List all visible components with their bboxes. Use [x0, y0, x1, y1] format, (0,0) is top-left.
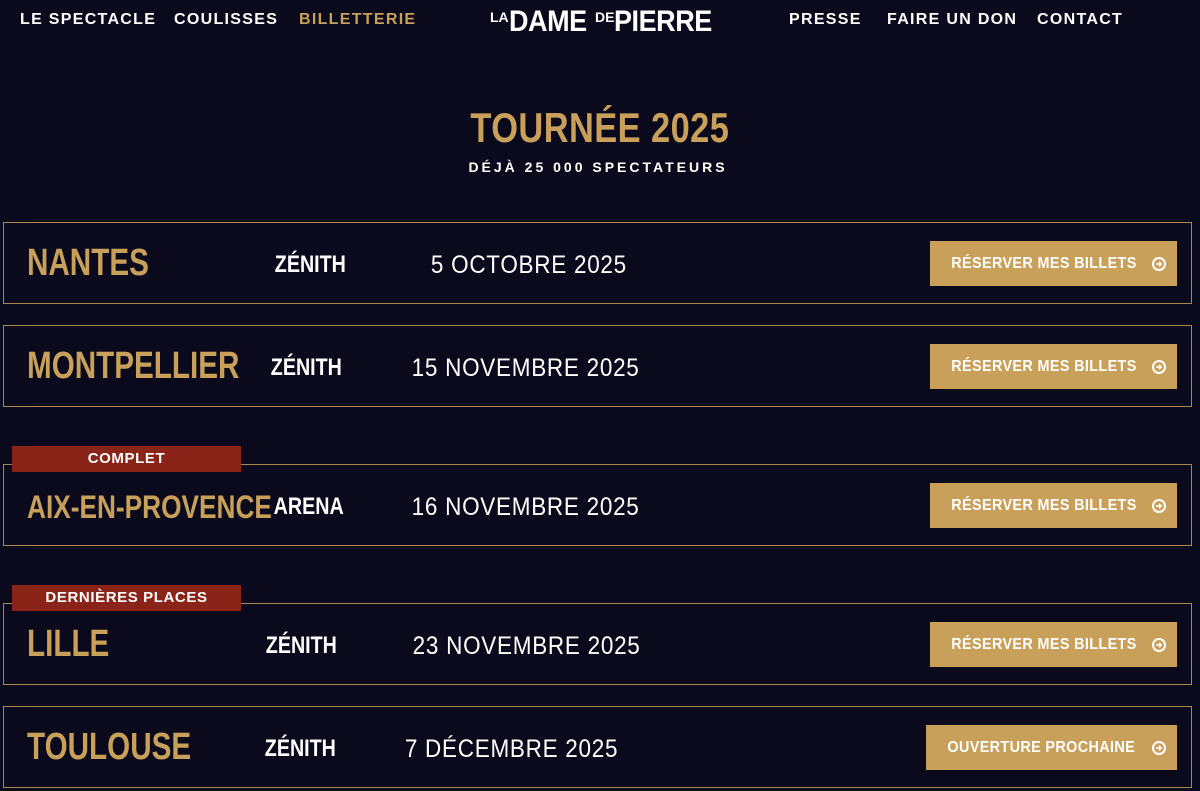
nav-link-presse[interactable]: PRESSE: [789, 11, 862, 29]
event-date-text: 15 NOVEMBRE 2025: [412, 354, 640, 382]
event-venue: ZÉNITH: [246, 354, 366, 382]
event-date: 23 NOVEMBRE 2025: [377, 631, 677, 661]
event-city: LILLE: [27, 623, 110, 665]
event-row-montpellier: MONTPELLIER ZÉNITH 15 NOVEMBRE 2025 RÉSE…: [3, 325, 1192, 407]
cta-label: RÉSERVER MES BILLETS: [950, 496, 1137, 514]
event-city: NANTES: [27, 242, 149, 284]
logo-pierre: PIERRE: [614, 5, 713, 38]
page-title: TOURNÉE 2025: [0, 104, 1200, 152]
arrow-circle-right-icon: [1152, 359, 1167, 374]
nav-link-contact[interactable]: CONTACT: [1037, 11, 1123, 29]
nav-link-le-spectacle[interactable]: LE SPECTACLE: [20, 11, 156, 29]
nav-link-billetterie[interactable]: BILLETTERIE: [299, 11, 416, 29]
event-date: 16 NOVEMBRE 2025: [376, 492, 676, 522]
logo-la: LA: [490, 9, 509, 25]
arrow-circle-right-icon: [1152, 256, 1167, 271]
event-venue-text: ZÉNITH: [274, 251, 346, 278]
event-date-text: 7 DÉCEMBRE 2025: [405, 735, 619, 763]
status-badge-dernieres-places: DERNIÈRES PLACES: [12, 585, 241, 611]
event-date-text: 16 NOVEMBRE 2025: [412, 493, 640, 521]
cta-label: RÉSERVER MES BILLETS: [950, 357, 1137, 375]
arrow-circle-right-icon: [1152, 498, 1167, 513]
cta-label: OUVERTURE PROCHAINE: [947, 738, 1136, 756]
reserve-tickets-button[interactable]: RÉSERVER MES BILLETS: [930, 344, 1177, 389]
arrow-circle-right-icon: [1151, 740, 1166, 755]
event-venue: ARENA: [249, 493, 369, 521]
event-venue-text: ZÉNITH: [270, 354, 342, 381]
nav-link-coulisses[interactable]: COULISSES: [174, 11, 278, 29]
site-logo[interactable]: LA DAME DE PIERRE: [490, 2, 714, 42]
status-badge-complet: COMPLET: [12, 446, 241, 472]
page-subtitle: DÉJÀ 25 000 SPECTATEURS: [468, 159, 728, 175]
arrow-circle-right-icon: [1152, 637, 1167, 652]
event-venue: ZÉNITH: [241, 632, 361, 660]
event-date: 5 OCTOBRE 2025: [379, 250, 679, 280]
logo-de: DE: [595, 9, 615, 25]
opening-soon-button[interactable]: OUVERTURE PROCHAINE: [926, 725, 1177, 770]
event-date: 7 DÉCEMBRE 2025: [362, 734, 662, 764]
event-venue-text: ARENA: [274, 493, 344, 520]
event-row-nantes: NANTES ZÉNITH 5 OCTOBRE 2025 RÉSERVER ME…: [3, 222, 1192, 304]
ticketing-page: LE SPECTACLE COULISSES BILLETTERIE LA DA…: [0, 0, 1200, 791]
reserve-tickets-button[interactable]: RÉSERVER MES BILLETS: [930, 622, 1177, 667]
event-venue: ZÉNITH: [240, 735, 360, 763]
cta-label: RÉSERVER MES BILLETS: [950, 635, 1137, 653]
nav-link-faire-un-don[interactable]: FAIRE UN DON: [887, 11, 1017, 29]
event-row-aix-en-provence: AIX-EN-PROVENCE ARENA 16 NOVEMBRE 2025 R…: [3, 464, 1192, 546]
event-row-lille: LILLE ZÉNITH 23 NOVEMBRE 2025 RÉSERVER M…: [3, 603, 1192, 685]
event-venue: ZÉNITH: [250, 251, 370, 279]
page-title-text: TOURNÉE 2025: [470, 104, 730, 151]
cta-label: RÉSERVER MES BILLETS: [950, 254, 1137, 272]
reserve-tickets-button[interactable]: RÉSERVER MES BILLETS: [930, 483, 1177, 528]
event-city: TOULOUSE: [27, 726, 192, 768]
logo-dame: DAME: [508, 5, 587, 38]
event-date-text: 5 OCTOBRE 2025: [430, 251, 628, 279]
event-venue-text: ZÉNITH: [265, 632, 337, 659]
main-nav: LE SPECTACLE COULISSES BILLETTERIE LA DA…: [0, 0, 1200, 44]
reserve-tickets-button[interactable]: RÉSERVER MES BILLETS: [930, 241, 1177, 286]
event-city: AIX-EN-PROVENCE: [27, 489, 272, 525]
event-date-text: 23 NOVEMBRE 2025: [413, 632, 641, 660]
event-venue-text: ZÉNITH: [264, 735, 336, 762]
event-row-toulouse: TOULOUSE ZÉNITH 7 DÉCEMBRE 2025 OUVERTUR…: [3, 706, 1192, 788]
event-city: MONTPELLIER: [27, 345, 240, 387]
event-date: 15 NOVEMBRE 2025: [376, 353, 676, 383]
